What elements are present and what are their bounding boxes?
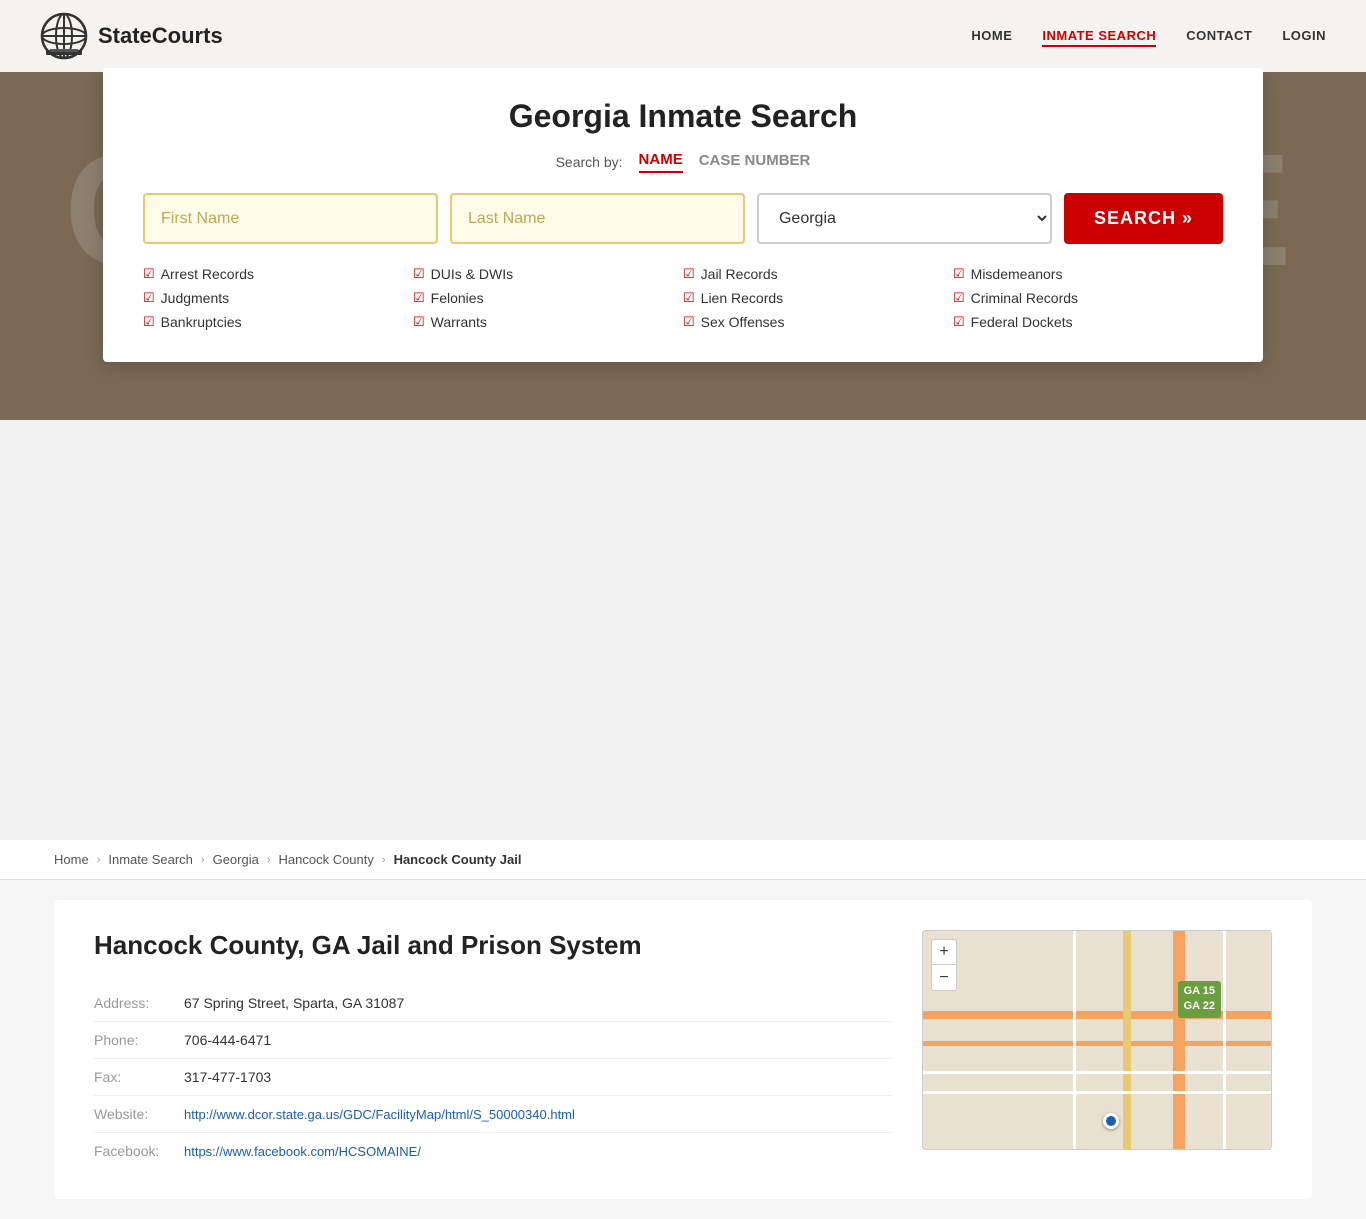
hero-section: COURTHOUSE StateCourts HOME INMATE SEARC… [0,0,1366,420]
breadcrumb-current: Hancock County Jail [394,852,522,867]
tab-case-number[interactable]: CASE NUMBER [699,152,811,172]
check-icon: ☑ [413,266,425,282]
feature-label: Felonies [431,290,484,306]
feature-bankruptcies: ☑ Bankruptcies [143,312,413,332]
feature-label: Arrest Records [161,266,254,282]
breadcrumb-sep-4: › [382,854,386,866]
nav-home[interactable]: HOME [971,28,1012,43]
check-icon: ☑ [143,266,155,282]
top-navigation: StateCourts HOME INMATE SEARCH CONTACT L… [0,0,1366,72]
features-grid: ☑ Arrest Records ☑ DUIs & DWIs ☑ Jail Re… [143,264,1223,332]
address-row: Address: 67 Spring Street, Sparta, GA 31… [94,985,892,1022]
address-label: Address: [94,985,184,1022]
check-icon: ☑ [683,266,695,282]
feature-label: Jail Records [701,266,778,282]
feature-sex-offenses: ☑ Sex Offenses [683,312,953,332]
facility-title: Hancock County, GA Jail and Prison Syste… [94,930,892,961]
logo-icon [40,12,88,60]
feature-lien-records: ☑ Lien Records [683,288,953,308]
state-select[interactable]: Georgia [757,193,1052,244]
feature-label: Misdemeanors [971,266,1063,282]
phone-label: Phone: [94,1022,184,1059]
check-icon: ☑ [953,266,965,282]
facebook-value: https://www.facebook.com/HCSOMAINE/ [184,1133,892,1170]
breadcrumb-sep-2: › [201,854,205,866]
feature-label: Sex Offenses [701,314,785,330]
website-row: Website: http://www.dcor.state.ga.us/GDC… [94,1096,892,1133]
breadcrumb-home[interactable]: Home [54,852,89,867]
feature-label: Federal Dockets [971,314,1073,330]
feature-label: Bankruptcies [161,314,242,330]
nav-inmate-search[interactable]: INMATE SEARCH [1042,28,1156,47]
main-content: Hancock County, GA Jail and Prison Syste… [0,880,1366,1219]
search-by-label: Search by: [556,154,623,170]
first-name-input[interactable] [143,193,438,244]
breadcrumb: Home › Inmate Search › Georgia › Hancock… [0,840,1366,880]
website-value: http://www.dcor.state.ga.us/GDC/Facility… [184,1096,892,1133]
nav-links: HOME INMATE SEARCH CONTACT LOGIN [971,27,1326,45]
website-link[interactable]: http://www.dcor.state.ga.us/GDC/Facility… [184,1107,575,1122]
check-icon: ☑ [143,290,155,306]
feature-duis: ☑ DUIs & DWIs [413,264,683,284]
feature-label: Criminal Records [971,290,1078,306]
facebook-link[interactable]: https://www.facebook.com/HCSOMAINE/ [184,1144,421,1159]
fax-label: Fax: [94,1059,184,1096]
search-inputs: Georgia SEARCH » [143,193,1223,244]
card-title: Georgia Inmate Search [143,98,1223,135]
check-icon: ☑ [143,314,155,330]
feature-jail-records: ☑ Jail Records [683,264,953,284]
feature-arrest-records: ☑ Arrest Records [143,264,413,284]
zoom-in-button[interactable]: + [931,939,957,965]
breadcrumb-georgia[interactable]: Georgia [213,852,259,867]
content-card: Hancock County, GA Jail and Prison Syste… [54,900,1312,1199]
last-name-input[interactable] [450,193,745,244]
logo-area[interactable]: StateCourts [40,12,223,60]
search-button[interactable]: SEARCH » [1064,193,1223,244]
breadcrumb-inmate-search[interactable]: Inmate Search [108,852,193,867]
feature-warrants: ☑ Warrants [413,312,683,332]
map-marker [1103,1113,1119,1129]
facebook-row: Facebook: https://www.facebook.com/HCSOM… [94,1133,892,1170]
address-value: 67 Spring Street, Sparta, GA 31087 [184,985,892,1022]
map-section: GA 15GA 22 + − [922,930,1272,1169]
tab-name[interactable]: NAME [639,151,683,173]
feature-misdemeanors: ☑ Misdemeanors [953,264,1223,284]
breadcrumb-sep-1: › [97,854,101,866]
map-controls: + − [931,939,957,991]
check-icon: ☑ [683,290,695,306]
website-label: Website: [94,1096,184,1133]
feature-federal-dockets: ☑ Federal Dockets [953,312,1223,332]
map-sign: GA 15GA 22 [1178,981,1221,1018]
feature-label: Warrants [431,314,487,330]
breadcrumb-county[interactable]: Hancock County [279,852,374,867]
check-icon: ☑ [413,314,425,330]
nav-contact[interactable]: CONTACT [1186,28,1252,43]
check-icon: ☑ [953,314,965,330]
phone-row: Phone: 706-444-6471 [94,1022,892,1059]
map-container: GA 15GA 22 + − [922,930,1272,1150]
feature-label: Judgments [161,290,229,306]
info-section: Hancock County, GA Jail and Prison Syste… [94,930,892,1169]
check-icon: ☑ [683,314,695,330]
feature-judgments: ☑ Judgments [143,288,413,308]
phone-value: 706-444-6471 [184,1022,892,1059]
breadcrumb-sep-3: › [267,854,271,866]
feature-felonies: ☑ Felonies [413,288,683,308]
search-card: Georgia Inmate Search Search by: NAME CA… [103,68,1263,362]
logo-text: StateCourts [98,23,223,49]
zoom-out-button[interactable]: − [931,965,957,991]
fax-row: Fax: 317-477-1703 [94,1059,892,1096]
info-table: Address: 67 Spring Street, Sparta, GA 31… [94,985,892,1169]
feature-label: Lien Records [701,290,784,306]
feature-criminal-records: ☑ Criminal Records [953,288,1223,308]
check-icon: ☑ [413,290,425,306]
map-background: GA 15GA 22 + − [923,931,1271,1149]
fax-value: 317-477-1703 [184,1059,892,1096]
feature-label: DUIs & DWIs [431,266,513,282]
nav-login[interactable]: LOGIN [1282,28,1326,43]
check-icon: ☑ [953,290,965,306]
facebook-label: Facebook: [94,1133,184,1170]
search-by-row: Search by: NAME CASE NUMBER [143,151,1223,173]
